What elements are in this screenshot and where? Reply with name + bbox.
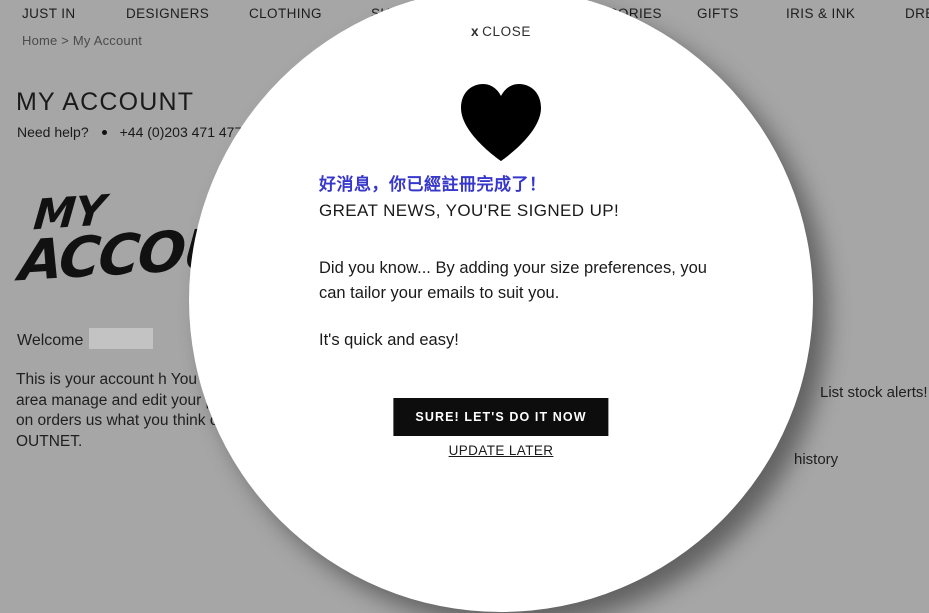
nav-item-gifts[interactable]: GIFTS: [697, 6, 739, 21]
page-title: MY ACCOUNT: [16, 88, 195, 116]
close-icon: x: [471, 24, 480, 39]
confirm-preferences-button[interactable]: SURE! LET'S DO IT NOW: [393, 398, 609, 436]
order-history-text: history: [794, 451, 839, 468]
welcome-greeting: Welcome: [17, 328, 154, 351]
welcome-label: Welcome: [17, 331, 84, 349]
nav-item-iris-ink[interactable]: IRIS & INK: [786, 6, 855, 21]
nav-item-designers[interactable]: DESIGNERS: [126, 6, 209, 21]
nav-item-clothing[interactable]: CLOTHING: [249, 6, 322, 21]
body-paragraph-1: Did you know... By adding your size pref…: [319, 259, 707, 302]
stock-alerts-text: List stock alerts!: [820, 384, 928, 401]
signup-confirmation-modal: x CLOSE 好消息，你已經註冊完成了！ GREAT NEWS, YOU'RE …: [189, 0, 813, 612]
body-paragraph-2: It's quick and easy!: [319, 331, 459, 349]
need-help-label: Need help?: [17, 124, 89, 140]
headline-english: GREAT NEWS, YOU'RE SIGNED UP!: [319, 201, 620, 220]
heart-icon: [458, 82, 544, 162]
nav-item-dresses[interactable]: DRESSES: [905, 6, 929, 21]
bullet-separator-icon: [101, 129, 107, 135]
redacted-user-name: [89, 328, 154, 349]
wordmark-line-1: MY: [31, 185, 107, 240]
headline-chinese: 好消息，你已經註冊完成了！: [319, 175, 547, 194]
support-phone-number: +44 (0)203 471 4777: [119, 124, 251, 140]
update-later-link[interactable]: UPDATE LATER: [449, 443, 554, 458]
nav-item-just-in[interactable]: JUST IN: [22, 6, 76, 21]
close-label: CLOSE: [482, 24, 531, 39]
close-modal-button[interactable]: x CLOSE: [189, 24, 813, 39]
breadcrumb[interactable]: Home > My Account: [22, 33, 142, 48]
